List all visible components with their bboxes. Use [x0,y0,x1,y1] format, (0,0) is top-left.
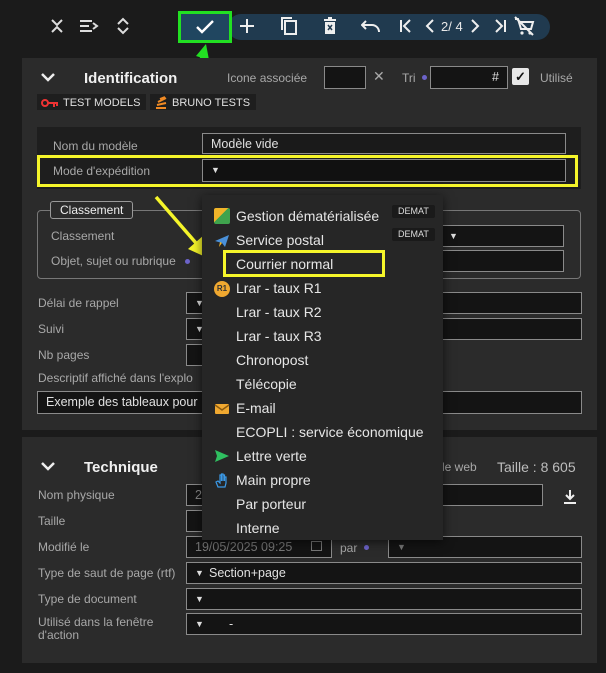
mode-expedition-dropdown: Gestion dématérialisée DEMAT Service pos… [202,195,443,540]
saut-value: Section+page [209,566,286,580]
classement-legend: Classement [50,201,134,219]
option-email[interactable]: E-mail [236,400,276,416]
delai-label: Délai de rappel [38,296,119,310]
caret-down-icon: ▼ [195,594,204,604]
stack-icon [156,96,167,109]
icon-field[interactable] [324,66,366,89]
saut-field[interactable]: ▼ Section+page [186,562,582,584]
objet-field[interactable] [440,250,564,272]
option-lrar-r1[interactable]: Lrar - taux R1 [236,280,322,296]
utilise-label: Utilisé [540,71,573,85]
option-lrar-r2[interactable]: Lrar - taux R2 [236,304,322,320]
gestion-icon [214,208,230,224]
last-page-icon[interactable] [488,14,512,38]
clear-icon[interactable]: ✕ [373,68,385,85]
chevron-down-icon[interactable] [41,73,55,83]
courrier-highlight [223,250,385,277]
par-indicator-dot [364,545,369,550]
type-doc-label: Type de document [38,592,137,606]
par-label: par [340,541,358,555]
calendar-icon[interactable] [311,541,322,551]
utilise-fenetre-value: - [229,617,234,631]
modifie-label: Modifié le [38,540,90,554]
hand-icon [215,473,227,488]
descriptif-label: Descriptif affiché dans l'explo [38,371,193,385]
caret-down-icon: ▼ [195,619,204,629]
delete-icon[interactable] [318,14,342,38]
postal-icon [215,235,229,247]
suivi-label: Suivi [38,322,65,336]
saut-label: Type de saut de page (rtf) [38,566,176,580]
caret-down-icon: ▼ [195,568,204,578]
utilise-fenetre-label: Utilisé dans la fenêtre d'action [38,615,154,642]
identification-title: Identification [84,70,178,87]
caret-down-icon: ▼ [449,231,458,241]
validate-button[interactable] [178,11,232,43]
copy-icon[interactable] [277,14,301,38]
wrap-icon[interactable] [77,14,101,38]
r1-icon: R1 [214,281,230,297]
option-interne[interactable]: Interne [236,520,280,536]
nom-physique-label: Nom physique [38,488,115,502]
add-icon[interactable] [235,14,259,38]
option-main-propre[interactable]: Main propre [236,472,311,488]
download-icon[interactable] [563,489,577,505]
tri-label: Tri [402,71,416,85]
prev-page-icon[interactable] [418,14,442,38]
technique-title: Technique [84,459,158,476]
icon-label: Icone associée [227,71,308,85]
demat-badge: DEMAT [392,228,435,241]
taille-info: Taille : 8 605 [497,459,576,475]
first-page-icon[interactable] [394,14,418,38]
mode-highlight [37,155,578,187]
classement-label: Classement [51,229,115,243]
utilise-checkbox[interactable]: ✓ [512,68,529,85]
option-service-postal[interactable]: Service postal [236,232,324,248]
remove-cart-icon[interactable] [512,14,536,38]
collapse-icon[interactable] [45,14,69,38]
option-telecopie[interactable]: Télécopie [236,376,297,392]
send-icon [215,450,229,462]
type-doc-field[interactable]: ▼ [186,588,582,610]
nom-label: Nom du modèle [53,139,138,153]
caret-down-icon: ▼ [397,542,406,552]
next-page-icon[interactable] [463,14,487,38]
web-label: le web [442,460,477,474]
undo-icon[interactable] [359,14,383,38]
nbpages-label: Nb pages [38,348,90,362]
option-par-porteur[interactable]: Par porteur [236,496,306,512]
demat-badge: DEMAT [392,205,435,218]
option-lettre-verte[interactable]: Lettre verte [236,448,307,464]
tag-bruno-tests[interactable]: BRUNO TESTS [150,94,257,110]
classement-field[interactable]: ▼ [440,225,564,247]
tag-label: BRUNO TESTS [172,97,251,109]
option-lrar-r3[interactable]: Lrar - taux R3 [236,328,322,344]
tag-label: TEST MODELS [63,97,141,109]
nom-field[interactable]: Modèle vide [202,133,566,154]
tag-test-models[interactable]: TEST MODELS [37,94,147,110]
key-icon [41,99,58,107]
page-indicator: 2/ 4 [441,19,463,34]
taille-label: Taille [38,514,66,528]
tri-indicator-dot [422,75,427,80]
chevron-down-icon[interactable] [41,462,55,472]
toolbar: 2/ 4 [0,0,606,81]
option-gestion[interactable]: Gestion dématérialisée [236,208,379,224]
tri-field[interactable]: # [430,66,508,89]
utilise-fenetre-field[interactable]: ▼ - [186,613,582,635]
check-icon [196,20,214,34]
expand-icon[interactable] [111,14,135,38]
option-chronopost[interactable]: Chronopost [236,352,308,368]
email-icon [214,404,230,414]
option-ecopli[interactable]: ECOPLI : service économique [236,424,424,440]
